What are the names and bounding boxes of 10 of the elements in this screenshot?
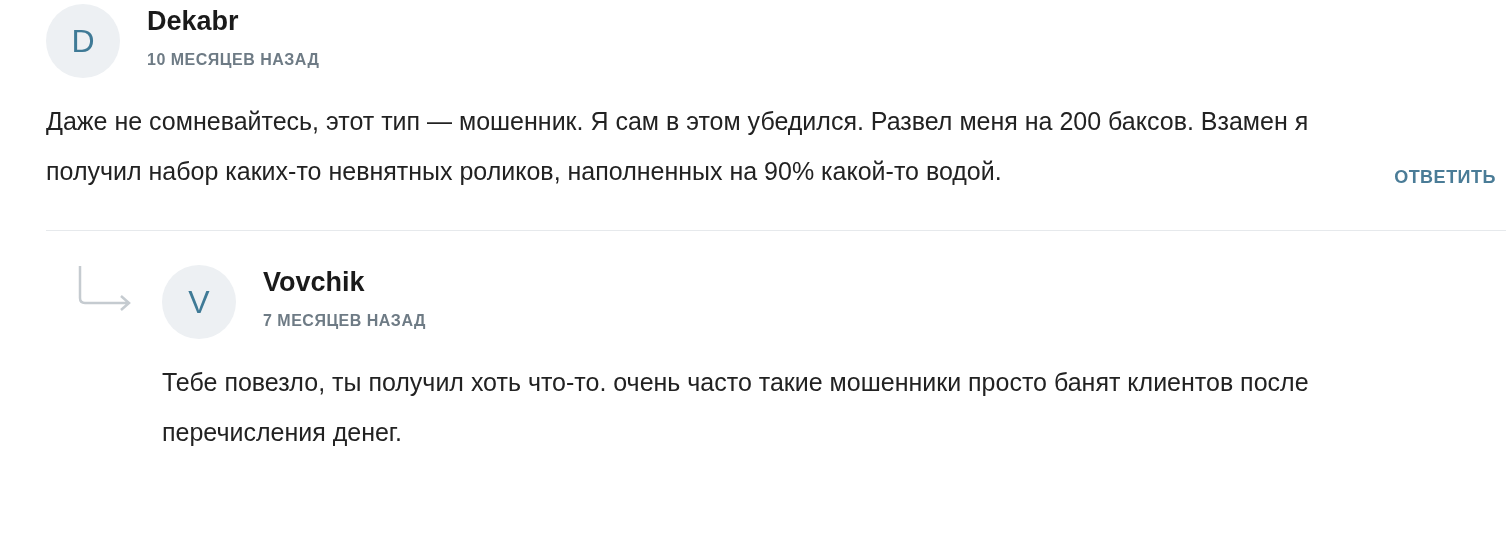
comment-time: 10 МЕСЯЦЕВ НАЗАД (147, 50, 320, 69)
comment-text: Даже не сомневайтесь, этот тип — мошенник. Я сам в этом убедился. Развел меня на 200 баксов. Взамен я получил набор каких-то невнятных роликов, наполненных на 90% какой-то водой. (46, 106, 1310, 187)
avatar-circle: V (162, 265, 236, 339)
avatar-circle: D (46, 4, 120, 78)
comment-time: 7 МЕСЯЦЕВ НАЗАД (263, 311, 426, 330)
comment-text: Тебе повезло, ты получил хоть что-то. очень часто такие мошенники просто банят клиентов после перечисления денег. (162, 367, 1310, 448)
author-name: Dekabr (147, 5, 240, 37)
reply-button[interactable]: ОТВЕТИТЬ (1394, 167, 1496, 188)
reply-arrow-icon (78, 265, 132, 311)
author-name: Vovchik (263, 266, 366, 298)
